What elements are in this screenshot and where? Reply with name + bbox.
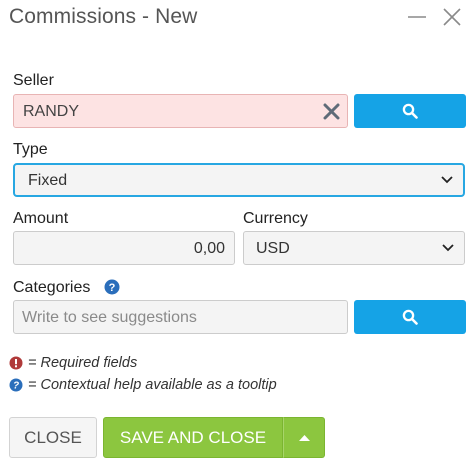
- help-icon: ?: [9, 378, 23, 392]
- seller-search-button[interactable]: [354, 94, 466, 128]
- legend-required-text: = Required fields: [28, 355, 138, 371]
- categories-input[interactable]: Write to see suggestions: [13, 300, 348, 334]
- search-icon: [402, 103, 418, 119]
- currency-selected-value: USD: [256, 240, 290, 257]
- save-and-close-button[interactable]: SAVE AND CLOSE: [103, 417, 283, 458]
- amount-label: Amount: [13, 210, 69, 227]
- categories-label: Categories: [13, 279, 91, 296]
- chevron-down-icon: [442, 244, 454, 252]
- seller-value: RANDY: [23, 103, 80, 120]
- seller-label: Seller: [13, 72, 54, 89]
- seller-input[interactable]: RANDY: [13, 94, 348, 128]
- chevron-down-icon: [441, 176, 453, 184]
- search-icon: [402, 309, 418, 325]
- required-exclamation-icon: [9, 356, 23, 370]
- save-options-dropdown-button[interactable]: [283, 417, 325, 458]
- amount-value: 0,00: [193, 240, 225, 257]
- caret-up-icon: [299, 435, 310, 441]
- svg-text:?: ?: [109, 282, 116, 294]
- currency-select[interactable]: USD: [243, 231, 465, 265]
- minimize-icon[interactable]: [404, 4, 430, 30]
- svg-text:?: ?: [13, 381, 19, 392]
- help-icon[interactable]: ?: [104, 279, 120, 295]
- dialog-title: Commissions - New: [9, 5, 198, 28]
- categories-placeholder: Write to see suggestions: [22, 309, 197, 326]
- type-label: Type: [13, 141, 48, 158]
- legend-help-text: = Contextual help available as a tooltip: [28, 377, 277, 393]
- clear-x-icon[interactable]: [323, 103, 340, 120]
- type-select[interactable]: Fixed: [13, 163, 465, 197]
- close-icon[interactable]: [439, 4, 465, 30]
- categories-search-button[interactable]: [354, 300, 466, 334]
- currency-label: Currency: [243, 210, 308, 227]
- close-button[interactable]: CLOSE: [9, 417, 97, 458]
- amount-input[interactable]: 0,00: [13, 231, 235, 265]
- type-selected-value: Fixed: [28, 172, 68, 189]
- commissions-dialog: Commissions - New Seller RANDY Type Fixe…: [0, 0, 469, 462]
